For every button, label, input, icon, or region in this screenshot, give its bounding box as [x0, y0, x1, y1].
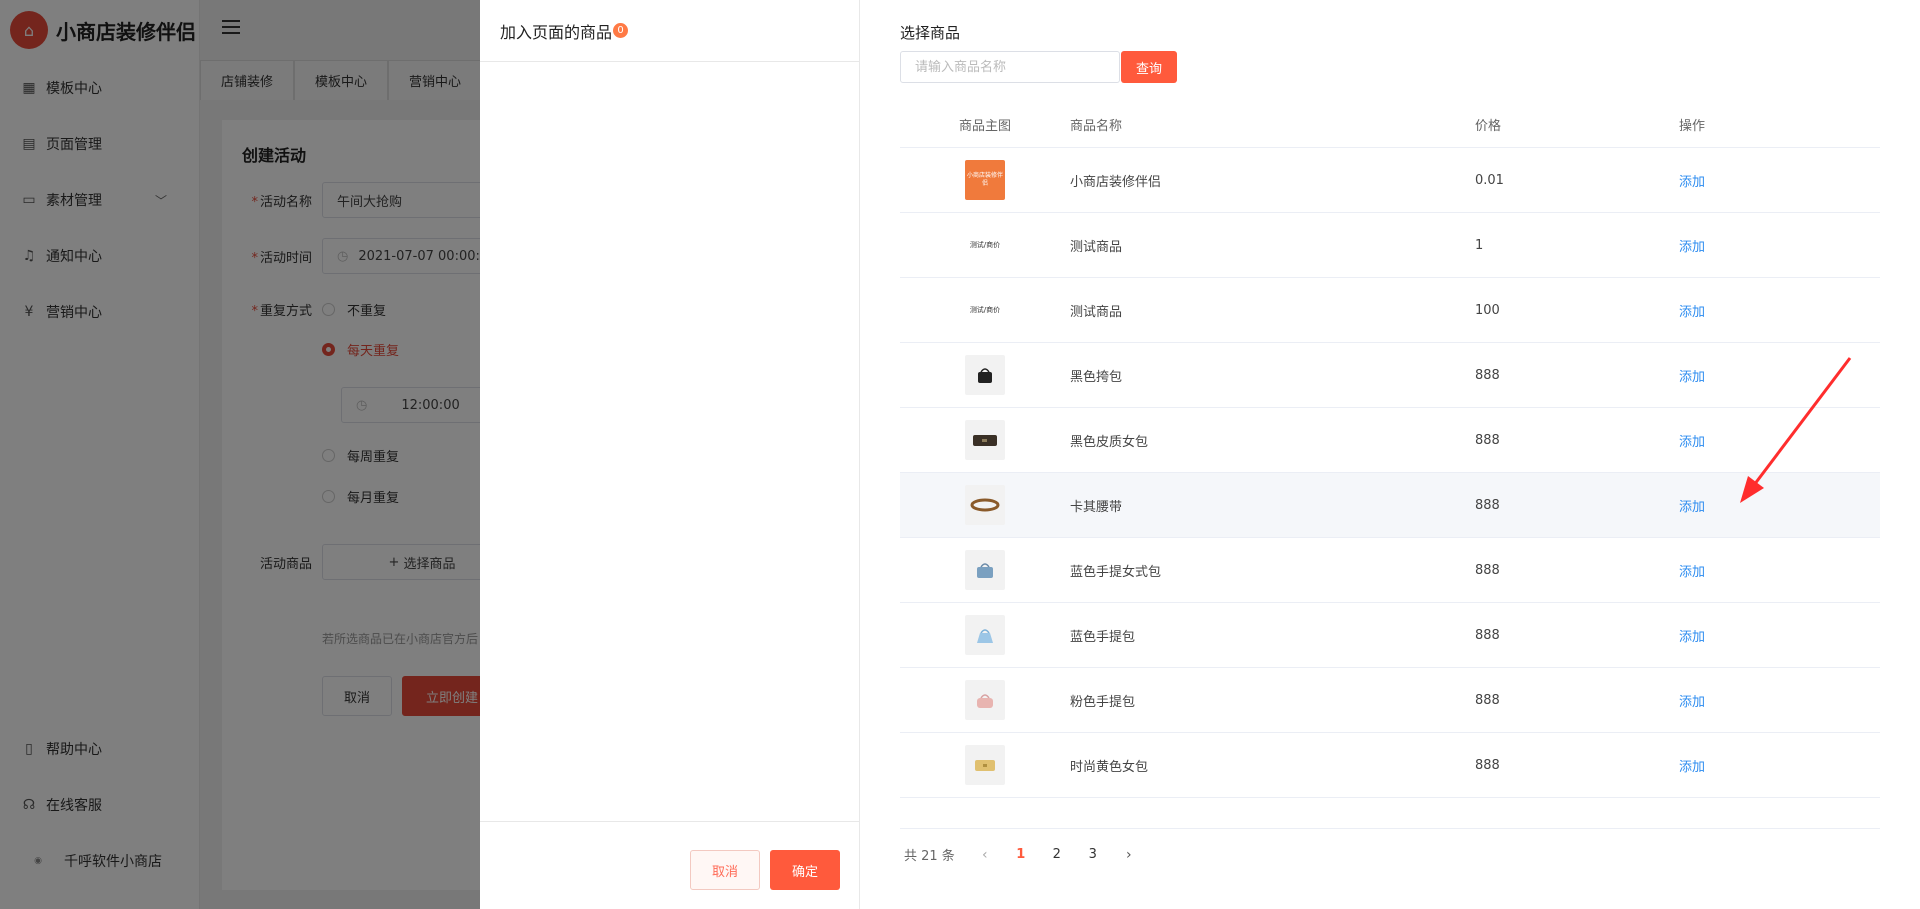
product-price: 888 [1475, 627, 1500, 643]
product-name: 黑色皮质女包 [1070, 434, 1149, 450]
product-price: 100 [1475, 302, 1500, 318]
thumb-cell [900, 745, 1070, 785]
thumb-cell [900, 550, 1070, 590]
chevron-right-icon[interactable]: › [1111, 847, 1147, 863]
product-price: 0.01 [1475, 172, 1504, 188]
table-row: 卡其腰带 888 添加 [900, 473, 1880, 538]
thumb-cell: 测试/商价 [900, 225, 1070, 265]
product-name: 粉色手提包 [1070, 694, 1136, 710]
selected-goods-panel: 加入页面的商品 0 取消 确定 [480, 0, 860, 909]
product-image: 测试/商价 [965, 290, 1005, 330]
table-row: 蓝色手提包 888 添加 [900, 603, 1880, 668]
table-header: 商品主图 商品名称 价格 操作 [900, 102, 1880, 148]
add-product-link[interactable]: 添加 [1679, 370, 1705, 385]
product-image: 小商店装修伴侣 [965, 160, 1005, 200]
selected-goods-header: 加入页面的商品 0 [480, 0, 859, 62]
product-price: 888 [1475, 757, 1500, 773]
drawer-footer: 取消 确定 [480, 821, 860, 909]
product-price: 888 [1475, 562, 1500, 578]
add-product-link[interactable]: 添加 [1679, 305, 1705, 320]
table-row: 时尚黄色女包 888 添加 [900, 733, 1880, 798]
search-button[interactable]: 查询 [1121, 51, 1177, 83]
pagination: 共 21 条 ‹ 1 2 3 › [900, 828, 1880, 880]
selected-count-badge: 0 [613, 23, 629, 38]
thumb-cell: 测试/商价 [900, 290, 1070, 330]
product-name: 黑色挎包 [1070, 369, 1123, 385]
product-name: 卡其腰带 [1070, 499, 1123, 515]
blue-handbag-image [965, 550, 1005, 590]
add-product-link[interactable]: 添加 [1679, 760, 1705, 775]
page-3-button[interactable]: 3 [1075, 847, 1111, 862]
product-price: 888 [1475, 367, 1500, 383]
pagination-total: 共 21 条 [904, 849, 955, 864]
pink-bag-image [965, 680, 1005, 720]
add-product-link[interactable]: 添加 [1679, 175, 1705, 190]
select-goods-drawer: 加入页面的商品 0 取消 确定 选择商品 查询 商品主图 商品名称 价格 操作 … [480, 0, 1920, 909]
blue-bag-image [965, 615, 1005, 655]
table-row: 蓝色手提女式包 888 添加 [900, 538, 1880, 603]
add-product-link[interactable]: 添加 [1679, 630, 1705, 645]
product-name: 蓝色手提女式包 [1070, 564, 1162, 580]
drawer-cancel-button[interactable]: 取消 [690, 850, 760, 890]
thumb-cell [900, 485, 1070, 525]
product-name: 测试商品 [1070, 304, 1123, 320]
page-1-button[interactable]: 1 [1003, 847, 1039, 862]
thumb-cell [900, 420, 1070, 460]
thumb-cell [900, 680, 1070, 720]
thumb-cell: 小商店装修伴侣 [900, 160, 1070, 200]
chevron-left-icon[interactable]: ‹ [967, 847, 1003, 863]
belt-image [965, 485, 1005, 525]
table-row: 粉色手提包 888 添加 [900, 668, 1880, 733]
goods-picker-panel: 选择商品 查询 商品主图 商品名称 价格 操作 小商店装修伴侣 小商店装修伴侣 … [900, 0, 1880, 909]
goods-picker-title: 选择商品 [900, 24, 961, 42]
product-image: 测试/商价 [965, 225, 1005, 265]
product-price: 888 [1475, 432, 1500, 448]
add-product-link[interactable]: 添加 [1679, 240, 1705, 255]
table-row: 小商店装修伴侣 小商店装修伴侣 0.01 添加 [900, 148, 1880, 213]
black-bag-image [965, 355, 1005, 395]
page-2-button[interactable]: 2 [1039, 847, 1075, 862]
yellow-bag-image [965, 745, 1005, 785]
column-header-name: 商品名称 [1070, 119, 1123, 134]
thumb-cell [900, 355, 1070, 395]
column-header-image: 商品主图 [958, 119, 1011, 134]
table-row: 测试/商价 测试商品 1 添加 [900, 213, 1880, 278]
table-row: 黑色挎包 888 添加 [900, 343, 1880, 408]
goods-table: 商品主图 商品名称 价格 操作 小商店装修伴侣 小商店装修伴侣 0.01 添加 … [900, 102, 1880, 798]
product-price: 1 [1475, 237, 1484, 253]
product-name: 时尚黄色女包 [1070, 759, 1149, 775]
add-product-link[interactable]: 添加 [1679, 565, 1705, 580]
leather-bag-image [965, 420, 1005, 460]
column-header-action: 操作 [1679, 119, 1706, 134]
thumb-cell [900, 615, 1070, 655]
table-row: 黑色皮质女包 888 添加 [900, 408, 1880, 473]
product-price: 888 [1475, 692, 1500, 708]
product-price: 888 [1475, 497, 1500, 513]
goods-search-input[interactable] [900, 51, 1120, 83]
add-product-link[interactable]: 添加 [1679, 435, 1705, 450]
column-header-price: 价格 [1475, 119, 1502, 134]
product-name: 蓝色手提包 [1070, 629, 1136, 645]
product-name: 测试商品 [1070, 239, 1123, 255]
add-product-link[interactable]: 添加 [1679, 695, 1705, 710]
selected-goods-title: 加入页面的商品 [500, 22, 613, 42]
drawer-confirm-button[interactable]: 确定 [770, 850, 840, 890]
add-product-link[interactable]: 添加 [1679, 500, 1705, 515]
product-name: 小商店装修伴侣 [1070, 174, 1162, 190]
table-row: 测试/商价 测试商品 100 添加 [900, 278, 1880, 343]
